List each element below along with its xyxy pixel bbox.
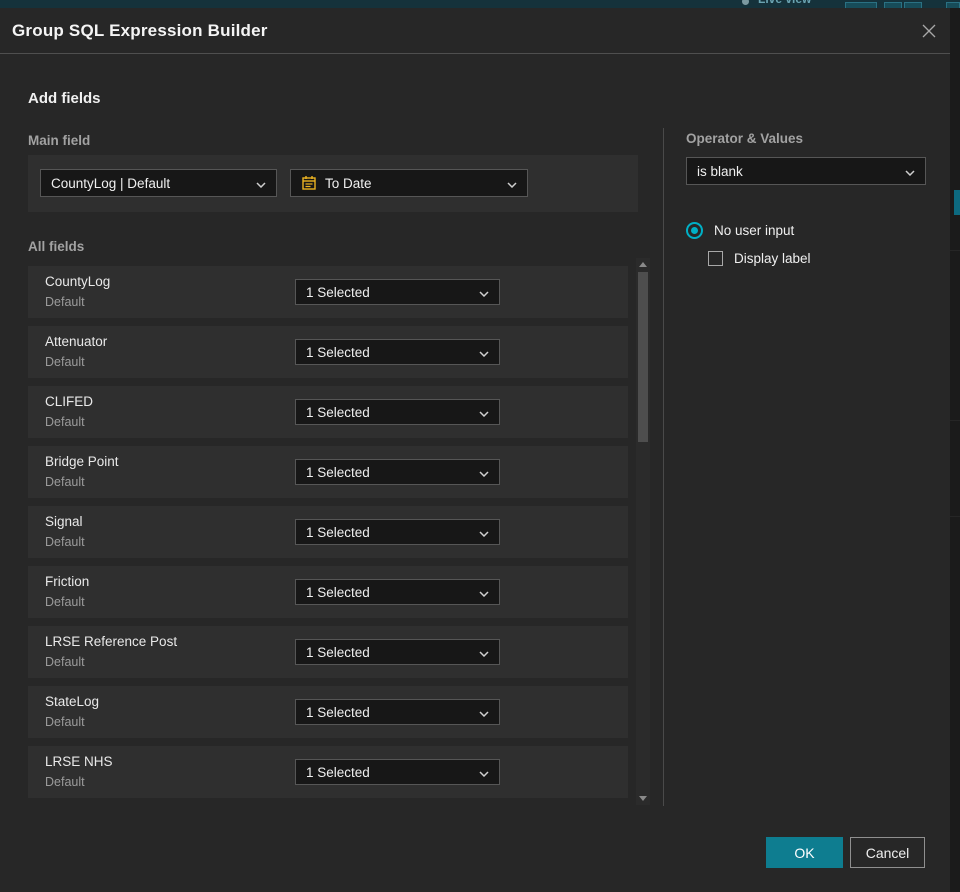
field-row-friction: Friction Default 1 Selected [28,566,628,618]
field-row-lrse-reference-post: LRSE Reference Post Default 1 Selected [28,626,628,678]
chevron-down-icon [479,585,489,600]
display-label-label: Display label [734,251,811,266]
field-subtitle: Default [45,295,85,309]
field-row-clifed: CLIFED Default 1 Selected [28,386,628,438]
chevron-down-icon [507,176,517,191]
background-selected-item-edge [954,190,960,215]
field-row-lrse-nhs: LRSE NHS Default 1 Selected [28,746,628,798]
field-row-signal: Signal Default 1 Selected [28,506,628,558]
field-selection-dropdown[interactable]: 1 Selected [295,519,500,545]
field-selection-dropdown[interactable]: 1 Selected [295,699,500,725]
field-selection-value: 1 Selected [306,704,370,720]
field-selection-dropdown[interactable]: 1 Selected [295,399,500,425]
field-name: LRSE Reference Post [45,634,178,649]
field-subtitle: Default [45,775,85,789]
field-subtitle: Default [45,535,85,549]
chevron-down-icon [256,176,266,191]
scroll-down-arrow-icon[interactable] [639,796,647,801]
field-subtitle: Default [45,715,85,729]
main-field-dropdown-value: CountyLog | Default [51,175,171,191]
field-selection-value: 1 Selected [306,344,370,360]
field-name: LRSE NHS [45,754,113,769]
chevron-down-icon [479,285,489,300]
field-selection-dropdown[interactable]: 1 Selected [295,639,500,665]
live-view-label: Live view [758,0,811,6]
field-selection-value: 1 Selected [306,524,370,540]
all-fields-label: All fields [28,239,85,254]
date-type-dropdown-value: To Date [325,175,372,191]
calendar-icon [301,175,317,191]
field-name: Signal [45,514,83,529]
date-type-dropdown[interactable]: To Date [290,169,528,197]
chevron-down-icon [905,164,915,179]
field-subtitle: Default [45,415,85,429]
field-selection-value: 1 Selected [306,764,370,780]
main-field-dropdown[interactable]: CountyLog | Default [40,169,277,197]
list-scrollbar [636,258,650,805]
field-subtitle: Default [45,355,85,369]
field-name: CLIFED [45,394,94,409]
add-fields-heading: Add fields [28,90,101,107]
field-name: StateLog [45,694,100,709]
field-selection-dropdown[interactable]: 1 Selected [295,579,500,605]
no-user-input-option: No user input [686,222,794,239]
chevron-down-icon [479,405,489,420]
dialog-title: Group SQL Expression Builder [12,21,268,40]
chevron-down-icon [479,765,489,780]
cancel-button[interactable]: Cancel [850,837,925,868]
field-selection-dropdown[interactable]: 1 Selected [295,279,500,305]
field-selection-value: 1 Selected [306,404,370,420]
main-field-label: Main field [28,133,91,148]
scroll-up-arrow-icon[interactable] [639,262,647,267]
background-toolbar: Live view [0,0,960,8]
field-name: Friction [45,574,90,589]
background-seam [950,420,960,421]
background-seam [950,516,960,517]
field-selection-dropdown[interactable]: 1 Selected [295,459,500,485]
display-label-checkbox[interactable] [708,251,723,266]
field-selection-dropdown[interactable]: 1 Selected [295,339,500,365]
field-row-attenuator: Attenuator Default 1 Selected [28,326,628,378]
field-name: Bridge Point [45,454,119,469]
operator-values-label: Operator & Values [686,131,804,146]
panel-divider [663,128,664,806]
ok-button[interactable]: OK [766,837,843,868]
group-sql-expression-builder-dialog: Group SQL Expression Builder Add fields … [0,8,950,892]
field-row-countylog: CountyLog Default 1 Selected [28,266,628,318]
field-row-bridge-point: Bridge Point Default 1 Selected [28,446,628,498]
chevron-down-icon [479,345,489,360]
field-selection-value: 1 Selected [306,644,370,660]
chevron-down-icon [479,645,489,660]
field-subtitle: Default [45,595,85,609]
field-subtitle: Default [45,655,85,669]
screen: Live view Group SQL Expression Builder A… [0,0,960,892]
background-seam [950,250,960,251]
operator-dropdown-value: is blank [697,163,743,179]
field-selection-dropdown[interactable]: 1 Selected [295,759,500,785]
no-user-input-label: No user input [714,223,795,238]
chevron-down-icon [479,525,489,540]
close-icon[interactable] [918,20,940,42]
live-view-dot-icon [742,0,749,5]
field-selection-value: 1 Selected [306,584,370,600]
operator-dropdown[interactable]: is blank [686,157,926,185]
field-selection-value: 1 Selected [306,464,370,480]
main-field-panel: CountyLog | Default To Date [28,155,638,212]
background-right-edge [950,8,960,892]
field-name: Attenuator [45,334,108,349]
field-subtitle: Default [45,475,85,489]
chevron-down-icon [479,705,489,720]
field-selection-value: 1 Selected [306,284,370,300]
dialog-header: Group SQL Expression Builder [0,8,950,54]
no-user-input-radio[interactable] [686,222,703,239]
field-row-statelog: StateLog Default 1 Selected [28,686,628,738]
display-label-option: Display label [708,251,811,266]
scrollbar-thumb[interactable] [638,272,648,442]
chevron-down-icon [479,465,489,480]
field-name: CountyLog [45,274,111,289]
